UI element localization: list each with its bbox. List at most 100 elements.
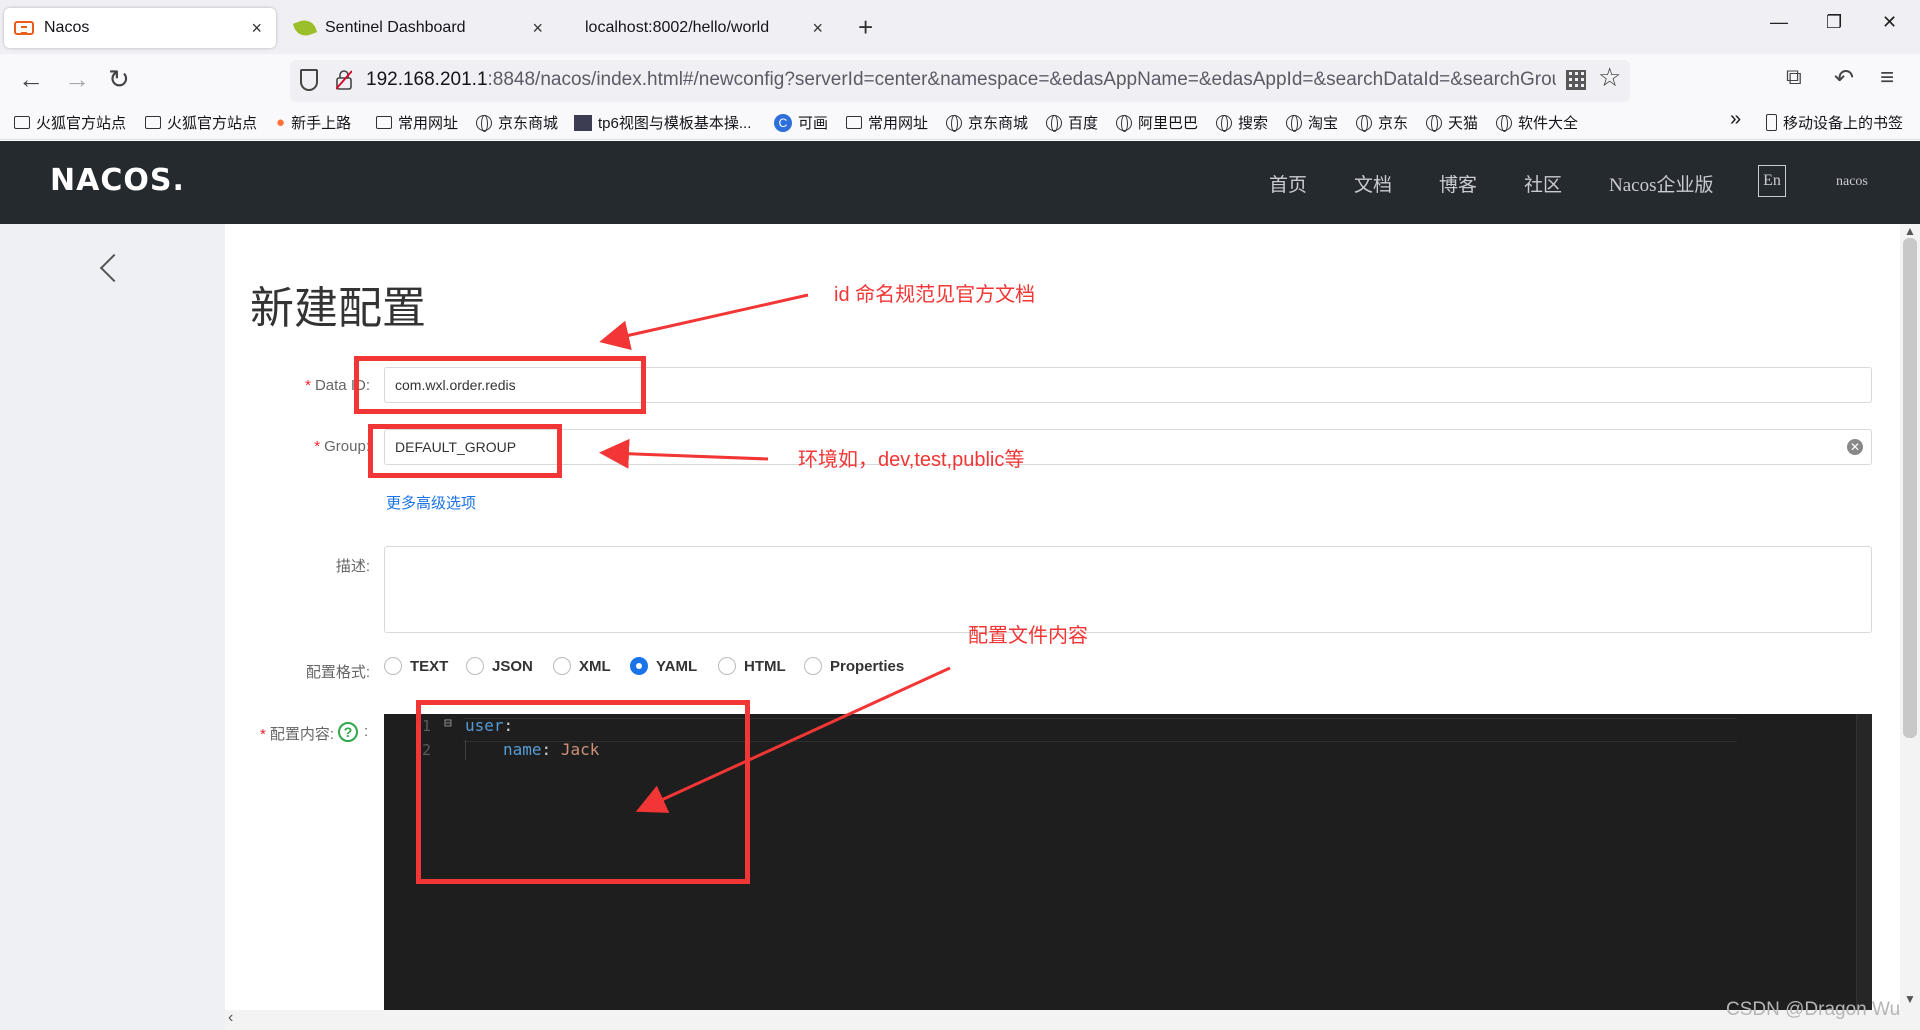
url-text[interactable]: 192.168.201.1:8848/nacos/index.html#/new… bbox=[366, 69, 1556, 91]
globe-icon bbox=[1356, 114, 1372, 132]
nav-community[interactable]: 社区 bbox=[1524, 170, 1562, 197]
content-colon: : bbox=[364, 723, 369, 740]
watermark: CSDN @Dragon Wu bbox=[1726, 999, 1901, 1020]
bookmark-item[interactable]: ● 新手上路 bbox=[276, 112, 351, 133]
annotation-content-note: 配置文件内容 bbox=[968, 625, 1088, 647]
left-rail bbox=[0, 224, 225, 1030]
annotation-id-note: id 命名规范见官方文档 bbox=[834, 284, 1036, 306]
help-icon[interactable]: ? bbox=[338, 722, 358, 742]
nav-enterprise[interactable]: Nacos企业版 bbox=[1609, 170, 1713, 197]
scroll-left-icon[interactable]: ‹ bbox=[228, 1009, 233, 1027]
globe-icon bbox=[1116, 114, 1132, 132]
bookmark-item[interactable]: 阿里巴巴 bbox=[1116, 112, 1198, 133]
editor-scrollbar[interactable] bbox=[1856, 714, 1872, 1010]
forward-button[interactable]: → bbox=[64, 64, 90, 95]
bookmark-item[interactable]: 百度 bbox=[1046, 112, 1098, 133]
format-radio-html[interactable]: HTML bbox=[718, 657, 786, 675]
globe-icon bbox=[946, 114, 962, 132]
bookmark-item[interactable]: 常用网址 bbox=[846, 112, 928, 133]
radio-circle-icon bbox=[804, 657, 822, 675]
globe-icon bbox=[1046, 114, 1062, 132]
mobile-bookmarks[interactable]: 移动设备上的书签 bbox=[1766, 112, 1903, 133]
folder-icon bbox=[14, 116, 30, 129]
nacos-favicon-icon bbox=[14, 21, 34, 35]
annotation-box-content bbox=[416, 700, 750, 884]
bookmark-item[interactable]: 软件大全 bbox=[1496, 112, 1578, 133]
url-host: 192.168.201.1 bbox=[366, 69, 488, 90]
qr-code-icon[interactable] bbox=[1566, 70, 1586, 90]
minimize-button[interactable]: — bbox=[1770, 12, 1788, 33]
tab-title: localhost:8002/hello/world bbox=[585, 19, 770, 36]
tab-sentinel[interactable]: Sentinel Dashboard × bbox=[285, 8, 557, 48]
insecure-lock-icon[interactable] bbox=[336, 70, 352, 90]
close-tab-icon[interactable]: × bbox=[251, 18, 262, 39]
bookmark-item[interactable]: 搜索 bbox=[1216, 112, 1268, 133]
content-label: * 配置内容: bbox=[259, 726, 334, 743]
format-radio-json[interactable]: JSON bbox=[466, 657, 533, 675]
folder-icon bbox=[376, 116, 392, 129]
bookmark-item[interactable]: C 可画 bbox=[774, 112, 828, 133]
format-radio-xml[interactable]: XML bbox=[553, 657, 611, 675]
leaf-favicon-icon bbox=[292, 17, 318, 39]
bookmarks-overflow-button[interactable]: » bbox=[1730, 108, 1741, 131]
advanced-options-link[interactable]: 更多高级选项 bbox=[386, 492, 476, 513]
scroll-up-icon[interactable]: ▲ bbox=[1904, 224, 1916, 238]
group-input[interactable]: DEFAULT_GROUP bbox=[384, 429, 1872, 465]
close-tab-icon[interactable]: × bbox=[812, 18, 823, 39]
bookmark-item[interactable]: 火狐官方站点 bbox=[14, 112, 126, 133]
bookmark-item[interactable]: 常用网址 bbox=[376, 112, 458, 133]
bookmark-item[interactable]: 京东 bbox=[1356, 112, 1408, 133]
nav-blog[interactable]: 博客 bbox=[1439, 170, 1477, 197]
format-label: 配置格式: bbox=[305, 664, 370, 681]
undo-icon[interactable]: ↶ bbox=[1834, 64, 1854, 93]
radio-circle-icon bbox=[384, 657, 402, 675]
bookmark-item[interactable]: 京东商城 bbox=[946, 112, 1028, 133]
page-horizontal-scrollbar[interactable] bbox=[225, 1010, 1900, 1030]
format-radio-text[interactable]: TEXT bbox=[384, 657, 448, 675]
scrollbar-thumb[interactable] bbox=[1903, 238, 1917, 738]
reload-button[interactable]: ↻ bbox=[108, 64, 130, 95]
tab-nacos[interactable]: Nacos × bbox=[4, 8, 276, 48]
group-label: * Group: bbox=[314, 438, 370, 455]
globe-icon bbox=[1496, 114, 1512, 132]
annotation-group-note: 环境如，dev,test,public等 bbox=[798, 449, 1025, 471]
url-path: :8848/nacos/index.html#/newconfig?server… bbox=[487, 69, 1556, 90]
bookmark-item[interactable]: 天猫 bbox=[1426, 112, 1478, 133]
canva-icon: C bbox=[774, 113, 792, 132]
new-tab-button[interactable]: + bbox=[858, 12, 873, 43]
globe-icon bbox=[476, 114, 492, 132]
back-button[interactable]: ← bbox=[18, 64, 44, 95]
firefox-icon: ● bbox=[276, 114, 286, 131]
bookmark-item[interactable]: 京东商城 bbox=[476, 112, 558, 133]
tab-title: Nacos bbox=[44, 19, 90, 36]
folder-icon bbox=[145, 116, 161, 129]
clear-input-icon[interactable]: ✕ bbox=[1847, 439, 1863, 455]
globe-icon bbox=[1426, 114, 1442, 132]
close-window-button[interactable]: ✕ bbox=[1882, 12, 1897, 33]
scroll-down-icon[interactable]: ▼ bbox=[1904, 992, 1916, 1006]
folder-icon bbox=[846, 116, 862, 129]
tab-localhost[interactable]: localhost:8002/hello/world × bbox=[565, 8, 837, 48]
user-menu[interactable]: nacos bbox=[1836, 174, 1868, 190]
format-radio-yaml[interactable]: YAML bbox=[630, 657, 697, 675]
radio-circle-icon bbox=[718, 657, 736, 675]
menu-icon[interactable]: ≡ bbox=[1880, 64, 1894, 92]
nacos-logo[interactable]: NACOS. bbox=[50, 163, 185, 198]
description-textarea[interactable] bbox=[384, 546, 1872, 633]
bookmark-item[interactable]: 火狐官方站点 bbox=[145, 112, 257, 133]
format-radio-properties[interactable]: Properties bbox=[804, 657, 904, 675]
mobile-device-icon bbox=[1766, 114, 1777, 131]
restore-button[interactable]: ❐ bbox=[1826, 12, 1842, 33]
nav-docs[interactable]: 文档 bbox=[1354, 170, 1392, 197]
bookmark-star-icon[interactable]: ☆ bbox=[1598, 62, 1621, 93]
bookmark-item[interactable]: tp6视图与模板基本操... bbox=[574, 112, 751, 133]
globe-icon bbox=[1286, 114, 1302, 132]
bookmark-item[interactable]: 淘宝 bbox=[1286, 112, 1338, 133]
nav-home[interactable]: 首页 bbox=[1269, 170, 1307, 197]
page-title: 新建配置 bbox=[250, 284, 426, 333]
tracking-shield-icon[interactable] bbox=[300, 69, 318, 91]
language-switch-button[interactable]: En bbox=[1758, 165, 1786, 197]
radio-circle-icon bbox=[553, 657, 571, 675]
close-tab-icon[interactable]: × bbox=[532, 18, 543, 39]
screenshot-icon[interactable]: ⧉ bbox=[1786, 64, 1802, 90]
